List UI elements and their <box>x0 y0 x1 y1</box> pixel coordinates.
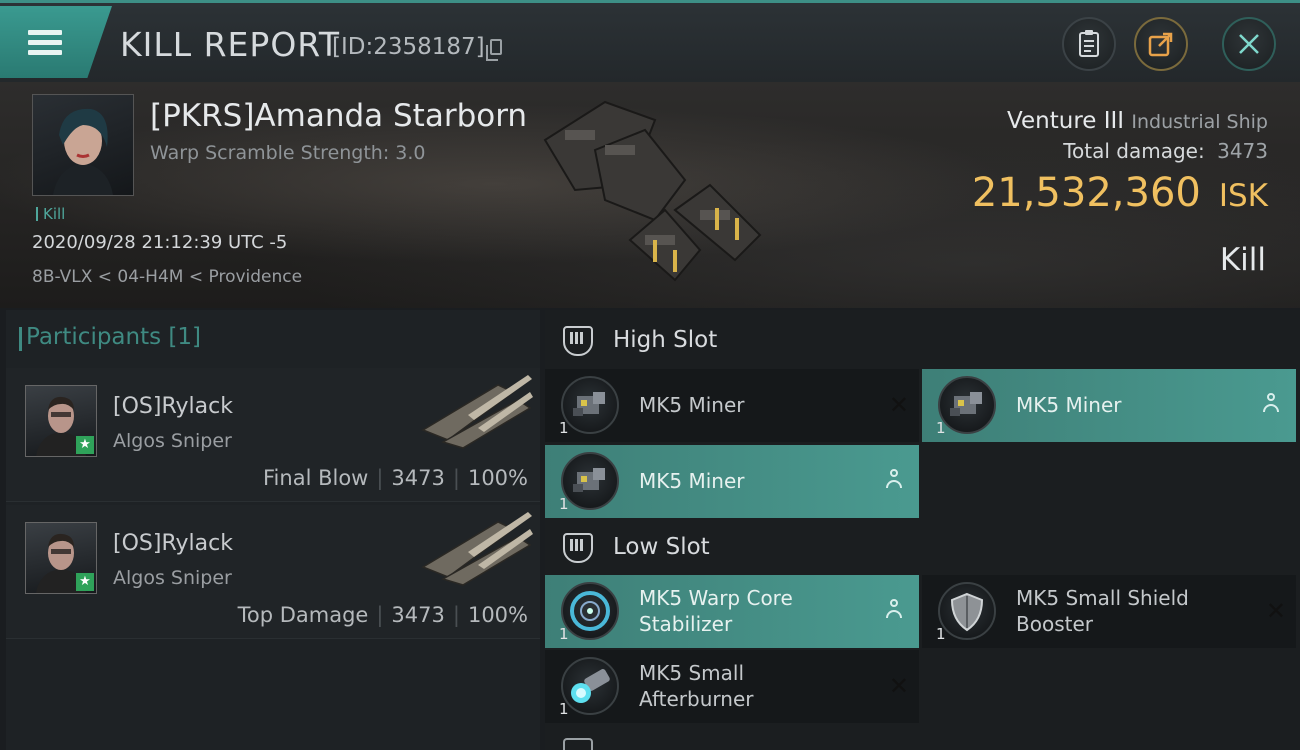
participant-card[interactable]: ★ [OS]Rylack Algos Sniper Top Damage | 347… <box>6 505 540 639</box>
ship-class: Industrial Ship <box>1131 111 1268 133</box>
module-item[interactable]: 1 MK5 Small Afterburner <box>545 650 919 723</box>
clipboard-button[interactable] <box>1062 17 1116 71</box>
close-button[interactable] <box>1222 17 1276 71</box>
ship-image <box>535 90 775 294</box>
participant-ship-image <box>418 507 538 591</box>
participant-stats: Top Damage | 3473 | 100% <box>237 603 528 627</box>
ship-name[interactable]: Venture III Industrial Ship <box>1007 108 1268 134</box>
shield-booster-icon <box>938 582 996 640</box>
module-name: MK5 Miner <box>639 393 745 417</box>
module-name: MK5 Warp Core Stabilizer <box>639 585 793 637</box>
victim-header: [PKRS]Amanda Starborn Warp Scramble Stre… <box>0 82 1300 308</box>
participant-role: Final Blow <box>263 466 369 490</box>
result-label: Kill <box>1219 242 1266 278</box>
module-quantity: 1 <box>936 419 946 437</box>
warp-core-stabilizer-icon <box>561 582 619 640</box>
isk-value-row: 21,532,360 ISK <box>972 170 1268 216</box>
module-quantity: 1 <box>559 419 569 437</box>
module-name: MK5 Miner <box>1016 393 1122 417</box>
report-id: [ID:2358187] <box>332 34 485 60</box>
miner-icon <box>938 376 996 434</box>
module-name-line2: Booster <box>1016 612 1093 636</box>
low-slot-header: Low Slot <box>545 519 920 577</box>
participant-name[interactable]: [OS]Rylack <box>113 531 233 556</box>
destroyed-icon <box>889 672 909 700</box>
dropped-person-icon <box>885 469 903 489</box>
module-quantity: 1 <box>559 700 569 718</box>
share-button[interactable] <box>1134 17 1188 71</box>
participant-card[interactable]: ★ [OS]Rylack Algos Sniper Final Blow | 347… <box>6 368 540 502</box>
afterburner-icon <box>561 657 619 715</box>
miner-icon <box>561 452 619 510</box>
isk-unit: ISK <box>1218 178 1268 214</box>
next-slot-header <box>545 738 920 750</box>
participant-stats: Final Blow | 3473 | 100% <box>263 466 528 490</box>
module-name-line1: MK5 Warp Core <box>639 586 793 610</box>
module-quantity: 1 <box>559 625 569 643</box>
module-name: MK5 Small Shield Booster <box>1016 585 1189 637</box>
participant-avatar: ★ <box>25 385 97 457</box>
menu-icon <box>28 30 62 35</box>
participants-panel: Participants [1] ★ [OS]Rylack Algos Snip… <box>6 310 540 750</box>
participant-ship: Algos Sniper <box>113 430 232 452</box>
module-name: MK5 Miner <box>639 469 745 493</box>
module-item[interactable]: 1 MK5 Miner <box>545 369 919 442</box>
menu-button[interactable] <box>0 6 112 78</box>
participant-ship: Algos Sniper <box>113 567 232 589</box>
isk-value: 21,532,360 <box>971 170 1201 216</box>
module-item[interactable]: 1 MK5 Small Shield Booster <box>922 575 1296 648</box>
module-item[interactable]: 1 MK5 Warp Core Stabilizer <box>545 575 919 648</box>
high-slot-label: High Slot <box>613 327 718 353</box>
module-name: MK5 Small Afterburner <box>639 660 753 712</box>
participant-damage: 3473 <box>391 466 445 490</box>
victim-portrait <box>32 94 134 196</box>
slot-icon <box>563 738 593 750</box>
ship-model: Venture III <box>1007 108 1125 134</box>
module-quantity: 1 <box>559 495 569 513</box>
destroyed-icon <box>889 391 909 419</box>
participants-title: Participants [1] <box>19 324 201 351</box>
participant-name[interactable]: [OS]Rylack <box>113 394 233 419</box>
menu-icon-bar <box>28 50 62 55</box>
total-damage-value: 3473 <box>1217 139 1268 163</box>
participant-damage: 3473 <box>391 603 445 627</box>
high-slot-header: High Slot <box>545 312 920 370</box>
destroyed-icon <box>1266 597 1286 625</box>
participant-avatar: ★ <box>25 522 97 594</box>
high-slot-icon <box>563 326 593 356</box>
total-damage: Total damage: 3473 <box>1063 139 1268 163</box>
star-icon: ★ <box>76 436 94 454</box>
module-item[interactable]: 1 MK5 Miner <box>545 445 919 518</box>
module-quantity: 1 <box>936 625 946 643</box>
warp-scramble-strength: Warp Scramble Strength: 3.0 <box>150 142 426 164</box>
modules-panel: High Slot 1 MK5 Miner 1 MK5 Miner 1 MK5 … <box>545 310 1300 750</box>
module-name-line2: Afterburner <box>639 687 754 711</box>
share-icon <box>1136 19 1186 69</box>
dropped-person-icon <box>1262 393 1280 413</box>
top-bar: KILL REPORT [ID:2358187] <box>0 0 1300 82</box>
miner-icon <box>561 376 619 434</box>
module-name-line2: Stabilizer <box>639 612 733 636</box>
participant-ship-image <box>418 370 538 454</box>
clipboard-icon <box>1064 19 1114 69</box>
close-icon <box>1224 19 1274 69</box>
kill-location[interactable]: 8B-VLX < 04-H4M < Providence <box>32 267 302 287</box>
participant-percent: 100% <box>467 603 528 627</box>
menu-icon-bar <box>28 40 62 45</box>
kill-timestamp: 2020/09/28 21:12:39 UTC -5 <box>32 232 288 253</box>
victim-name[interactable]: [PKRS]Amanda Starborn <box>150 98 527 134</box>
participant-role: Top Damage <box>237 603 369 627</box>
total-damage-label: Total damage: <box>1063 139 1205 163</box>
module-name-line1: MK5 Small <box>639 661 744 685</box>
module-name-line1: MK5 Small Shield <box>1016 586 1189 610</box>
participant-percent: 100% <box>467 466 528 490</box>
dropped-person-icon <box>885 599 903 619</box>
low-slot-label: Low Slot <box>613 534 710 560</box>
module-item[interactable]: 1 MK5 Miner <box>922 369 1296 442</box>
copy-icon[interactable] <box>486 39 502 61</box>
star-icon: ★ <box>76 573 94 591</box>
kill-tag: Kill <box>36 205 65 223</box>
page-title: KILL REPORT <box>120 25 340 64</box>
low-slot-icon <box>563 533 593 563</box>
